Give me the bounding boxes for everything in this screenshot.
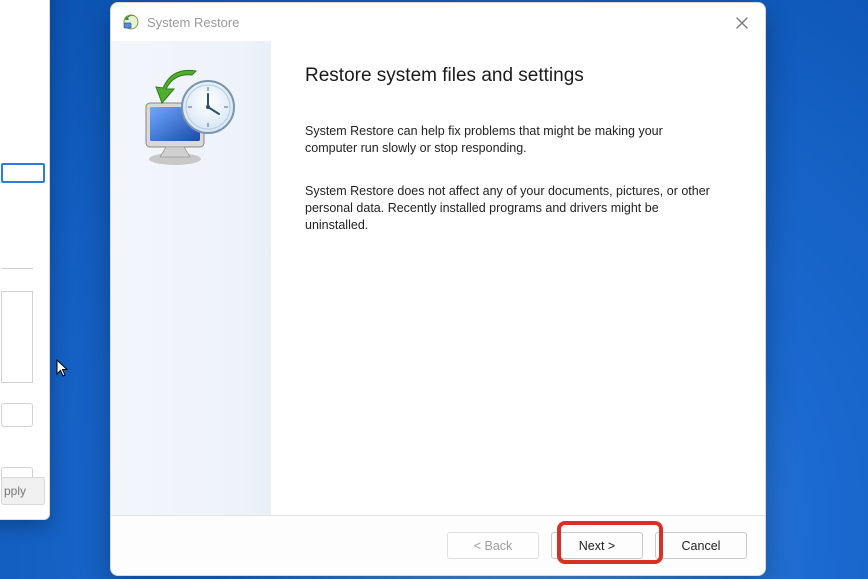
titlebar: System Restore <box>111 3 765 41</box>
close-icon <box>736 17 748 29</box>
close-button[interactable] <box>727 11 757 35</box>
apply-button-label: pply <box>4 484 26 498</box>
system-restore-icon <box>121 13 139 31</box>
intro-paragraph-2: System Restore does not affect any of yo… <box>305 183 715 234</box>
system-restore-graphic-icon <box>136 67 246 177</box>
wizard-footer: < Back Next > Cancel <box>111 515 765 575</box>
system-restore-dialog: System Restore <box>110 2 766 576</box>
next-button-label: Next > <box>579 539 615 553</box>
wizard-main: Restore system files and settings System… <box>271 41 765 515</box>
wizard-sidebar <box>111 41 271 515</box>
next-button[interactable]: Next > <box>551 532 643 559</box>
window-title: System Restore <box>147 15 239 30</box>
cancel-button-label: Cancel <box>682 539 721 553</box>
intro-paragraph-1: System Restore can help fix problems tha… <box>305 123 715 157</box>
background-button-1[interactable] <box>1 403 33 427</box>
back-button-label: < Back <box>474 539 513 553</box>
background-separator <box>1 268 33 269</box>
page-heading: Restore system files and settings <box>305 65 731 87</box>
dialog-content: Restore system files and settings System… <box>111 41 765 515</box>
back-button: < Back <box>447 532 539 559</box>
background-selected-field[interactable] <box>1 163 45 183</box>
background-window: pply <box>0 0 50 520</box>
cancel-button[interactable]: Cancel <box>655 532 747 559</box>
background-listbox[interactable] <box>1 291 33 383</box>
apply-button[interactable]: pply <box>1 477 45 505</box>
